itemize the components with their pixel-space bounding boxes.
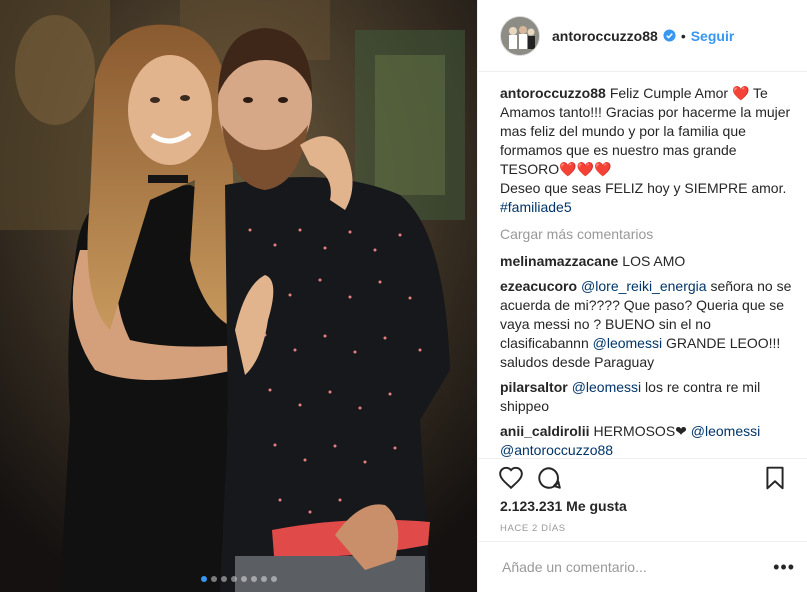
carousel-dot[interactable] bbox=[200, 576, 207, 582]
caption-username[interactable]: antoroccuzzo88 bbox=[500, 85, 606, 101]
caption-text: Feliz Cumple Amor ❤️ Te Amamos tanto!!! … bbox=[500, 85, 791, 196]
action-bar bbox=[478, 458, 807, 496]
carousel-dot[interactable] bbox=[270, 576, 277, 582]
add-comment-bar: ••• bbox=[478, 541, 807, 592]
caption: antoroccuzzo88 Feliz Cumple Amor ❤️ Te Am… bbox=[500, 84, 792, 217]
carousel-dot[interactable] bbox=[240, 576, 247, 582]
comment-username[interactable]: ezeacucoro bbox=[500, 278, 577, 294]
carousel-dot[interactable] bbox=[220, 576, 227, 582]
carousel-dot[interactable] bbox=[260, 576, 267, 582]
heart-icon[interactable] bbox=[498, 465, 524, 491]
post-side-panel: antoroccuzzo88 • Seguir antoroccuzzo88 Fe… bbox=[477, 0, 807, 592]
carousel-dot[interactable] bbox=[230, 576, 237, 582]
comments-list: antoroccuzzo88 Feliz Cumple Amor ❤️ Te Am… bbox=[500, 84, 792, 458]
comment-username[interactable]: pilarsaltor bbox=[500, 379, 568, 395]
caption-hashtag[interactable]: #familiade5 bbox=[500, 199, 572, 215]
comment-mention[interactable]: @leomessi bbox=[691, 423, 760, 439]
follow-button[interactable]: Seguir bbox=[691, 28, 735, 44]
comment-item: melinamazzacane LOS AMO bbox=[500, 252, 792, 271]
photo-illustration bbox=[0, 0, 477, 592]
carousel-dot[interactable] bbox=[210, 576, 217, 582]
comment-mention[interactable]: @antoroccuzzo88 bbox=[500, 442, 613, 458]
post-photo[interactable] bbox=[0, 0, 477, 592]
load-more-comments-button[interactable]: Cargar más comentarios bbox=[500, 225, 792, 244]
likes-count[interactable]: 2.123.231 Me gusta bbox=[500, 498, 627, 514]
bookmark-icon[interactable] bbox=[762, 465, 788, 491]
comment-username[interactable]: melinamazzacane bbox=[500, 253, 618, 269]
carousel-dot[interactable] bbox=[250, 576, 257, 582]
more-options-button[interactable]: ••• bbox=[773, 558, 795, 576]
comment-item: anii_caldirolii HERMOSOS❤ @leomessi @anto… bbox=[500, 422, 792, 458]
post-header: antoroccuzzo88 • Seguir bbox=[478, 0, 807, 72]
comment-input[interactable] bbox=[500, 558, 774, 576]
comment-item: ezeacucoro @lore_reiki_energia señora no … bbox=[500, 277, 792, 372]
post-timestamp[interactable]: HACE 2 DÍAS bbox=[500, 523, 566, 534]
comment-mention[interactable]: @leomessi bbox=[593, 335, 662, 351]
avatar[interactable] bbox=[500, 15, 540, 56]
carousel-indicator bbox=[0, 576, 477, 582]
comment-text: LOS AMO bbox=[622, 253, 686, 269]
comment-icon[interactable] bbox=[536, 465, 562, 491]
comment-item: pilarsaltor @leomessi los re contra re mi… bbox=[500, 378, 792, 416]
comment-mention[interactable]: @lore_reiki_energia bbox=[581, 278, 707, 294]
comment-text: HERMOSOS❤ bbox=[593, 423, 687, 439]
comment-username[interactable]: anii_caldirolii bbox=[500, 423, 589, 439]
post-author-username[interactable]: antoroccuzzo88 bbox=[552, 28, 658, 44]
avatar-image bbox=[501, 16, 539, 55]
comment-mention[interactable]: @leomessi bbox=[572, 379, 641, 395]
separator-dot: • bbox=[680, 27, 686, 44]
verified-badge-icon bbox=[663, 29, 676, 42]
instagram-post: antoroccuzzo88 • Seguir antoroccuzzo88 Fe… bbox=[0, 0, 807, 592]
